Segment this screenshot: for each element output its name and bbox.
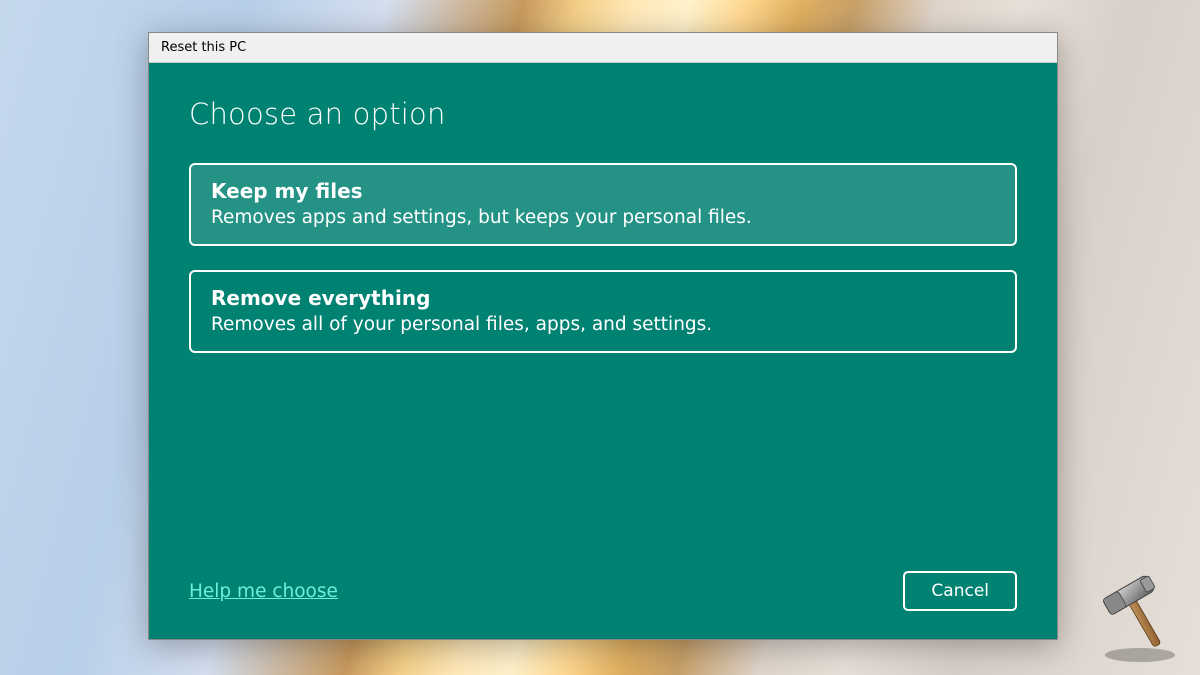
- titlebar: Reset this PC: [149, 33, 1057, 63]
- help-me-choose-link[interactable]: Help me choose: [189, 581, 338, 602]
- window-title: Reset this PC: [161, 40, 246, 55]
- option-keep-files[interactable]: Keep my files Removes apps and settings,…: [189, 163, 1017, 246]
- cancel-button[interactable]: Cancel: [903, 571, 1017, 611]
- spacer: [189, 377, 1017, 571]
- option-title: Remove everything: [211, 286, 995, 310]
- hammer-icon: [1090, 565, 1190, 665]
- option-remove-everything[interactable]: Remove everything Removes all of your pe…: [189, 270, 1017, 353]
- option-title: Keep my files: [211, 179, 995, 203]
- page-title: Choose an option: [189, 97, 1017, 131]
- dialog-footer: Help me choose Cancel: [189, 571, 1017, 611]
- dialog-body: Choose an option Keep my files Removes a…: [149, 63, 1057, 639]
- option-description: Removes all of your personal files, apps…: [211, 314, 995, 335]
- reset-pc-dialog: Reset this PC Choose an option Keep my f…: [148, 32, 1058, 640]
- option-description: Removes apps and settings, but keeps you…: [211, 207, 995, 228]
